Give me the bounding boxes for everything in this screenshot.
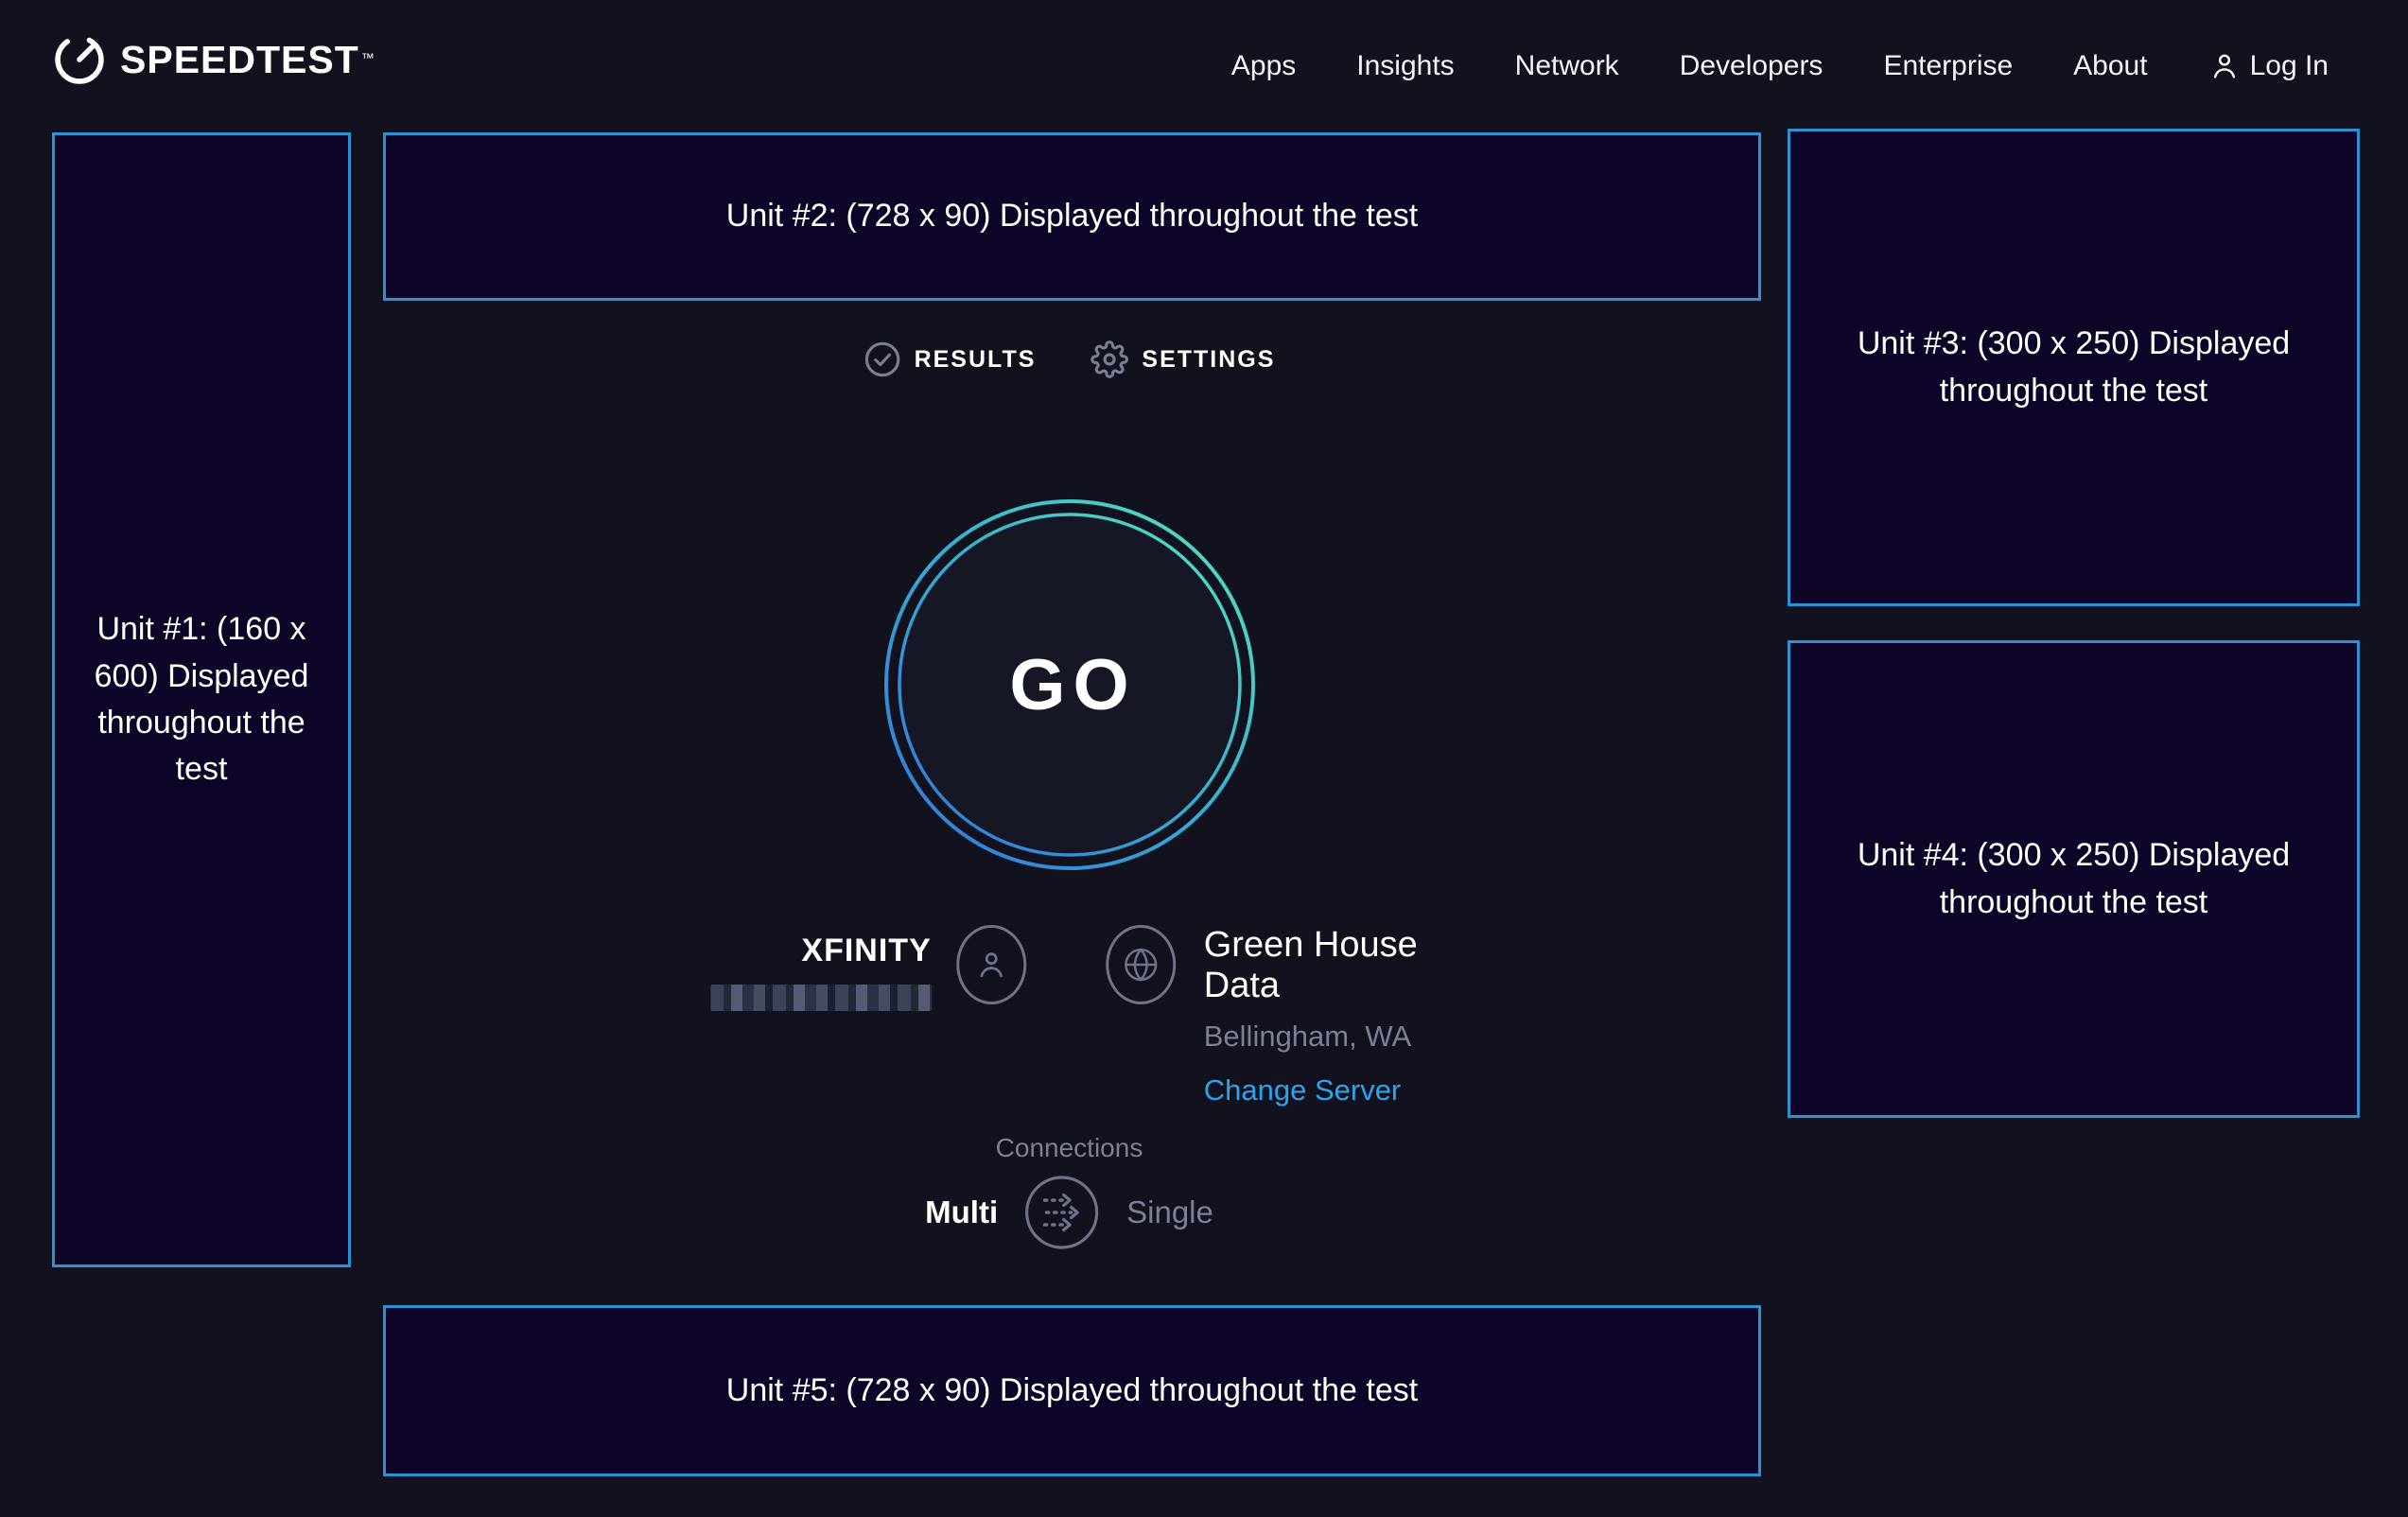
login-label: Log In: [2250, 50, 2329, 82]
connections-label: Connections: [996, 1133, 1143, 1163]
multi-arrows-icon[interactable]: [1022, 1173, 1102, 1252]
speedtest-gauge-icon: [52, 32, 107, 87]
server-globe[interactable]: [1106, 925, 1176, 1004]
logo-text: SPEEDTEST: [120, 38, 359, 82]
server-info: Green House Data Bellingham, WA Change S…: [1204, 925, 1429, 1107]
connections-option-single[interactable]: Single: [1126, 1194, 1213, 1230]
globe-icon: [1123, 947, 1159, 983]
login-button[interactable]: Log In: [2208, 50, 2329, 82]
isp-info: XFINITY: [710, 933, 932, 1011]
server-location: Bellingham, WA: [1204, 1020, 1429, 1054]
connection-info: XFINITY Green House Data Be: [710, 925, 1429, 1107]
user-circle-icon: [973, 947, 1009, 983]
ad-unit-3-text: Unit #3: (300 x 250) Displayed throughou…: [1828, 321, 2319, 414]
ad-unit-4-rectangle[interactable]: Unit #4: (300 x 250) Displayed throughou…: [1788, 640, 2360, 1118]
connections-toggle: Multi Single: [925, 1173, 1213, 1252]
check-circle-icon: [864, 340, 901, 378]
tab-results-label: RESULTS: [915, 346, 1037, 374]
isp-avatar[interactable]: [956, 925, 1026, 1004]
nav-item-about[interactable]: About: [2073, 50, 2147, 82]
tab-settings[interactable]: SETTINGS: [1091, 340, 1275, 378]
ad-unit-3-rectangle[interactable]: Unit #3: (300 x 250) Displayed throughou…: [1788, 129, 2360, 606]
ad-unit-1-text: Unit #1: (160 x 600) Displayed throughou…: [68, 606, 335, 793]
server-name: Green House Data: [1204, 925, 1429, 1006]
connections-option-multi[interactable]: Multi: [925, 1194, 998, 1230]
go-button[interactable]: GO: [881, 496, 1259, 874]
ad-unit-1-skyscraper[interactable]: Unit #1: (160 x 600) Displayed throughou…: [52, 132, 351, 1267]
isp-details-redacted: [710, 985, 932, 1011]
gear-icon: [1091, 340, 1128, 378]
user-icon: [2208, 50, 2241, 82]
view-tabs: RESULTS SETTINGS: [864, 340, 1276, 378]
go-button-label: GO: [881, 496, 1259, 874]
main-content: RESULTS SETTINGS GO: [351, 0, 1788, 1517]
tab-results[interactable]: RESULTS: [864, 340, 1037, 378]
nav-item-enterprise[interactable]: Enterprise: [1883, 50, 2013, 82]
tab-settings-label: SETTINGS: [1142, 346, 1275, 374]
change-server-link[interactable]: Change Server: [1204, 1073, 1429, 1107]
ad-unit-4-text: Unit #4: (300 x 250) Displayed throughou…: [1828, 832, 2319, 926]
isp-name: XFINITY: [710, 933, 932, 969]
speedtest-logo[interactable]: SPEEDTEST™: [52, 32, 373, 87]
